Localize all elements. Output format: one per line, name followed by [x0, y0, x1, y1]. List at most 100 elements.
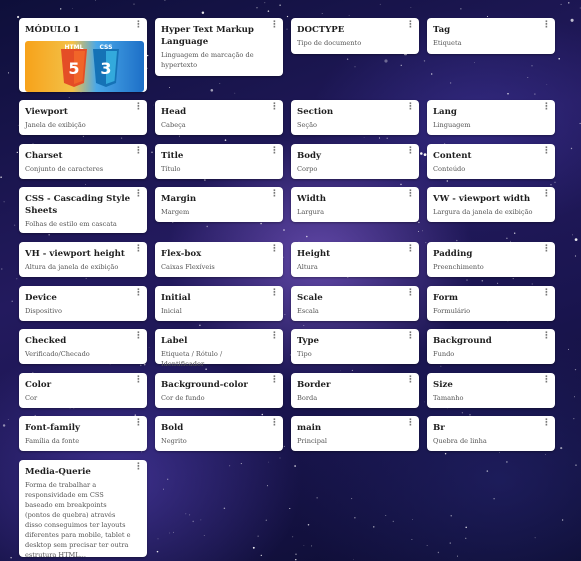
- card-menu-icon[interactable]: ⋮: [542, 21, 551, 30]
- card-css[interactable]: CSS - Cascading Style Sheets Folhas de e…: [19, 187, 147, 233]
- star-dot: [311, 545, 313, 547]
- card-color[interactable]: Color Cor ⋮: [19, 373, 147, 408]
- card-flex-box[interactable]: Flex-box Caixas Flexíveis ⋮: [155, 242, 283, 277]
- card-menu-icon[interactable]: ⋮: [542, 289, 551, 298]
- card-description: Largura: [297, 208, 325, 216]
- card-main[interactable]: main Principal ⋮: [291, 416, 419, 451]
- star-dot: [294, 465, 296, 467]
- card-title: Tag: [433, 25, 451, 35]
- card-menu-icon[interactable]: ⋮: [406, 103, 415, 112]
- card-menu-icon[interactable]: ⋮: [134, 419, 143, 428]
- card-body[interactable]: Body Corpo ⋮: [291, 144, 419, 179]
- card-menu-icon[interactable]: ⋮: [406, 21, 415, 30]
- card-description: Cor de fundo: [161, 394, 205, 402]
- card-bold[interactable]: Bold Negrito ⋮: [155, 416, 283, 451]
- card-menu-icon[interactable]: ⋮: [270, 21, 279, 30]
- card-menu-icon[interactable]: ⋮: [134, 103, 143, 112]
- card-menu-icon[interactable]: ⋮: [406, 245, 415, 254]
- card-tag[interactable]: Tag Etiqueta ⋮: [427, 18, 555, 54]
- star-dot: [0, 176, 2, 178]
- card-background[interactable]: Background Fundo ⋮: [427, 329, 555, 364]
- card-menu-icon[interactable]: ⋮: [270, 376, 279, 385]
- card-menu-icon[interactable]: ⋮: [134, 289, 143, 298]
- card-menu-icon[interactable]: ⋮: [542, 147, 551, 156]
- card-type[interactable]: Type Tipo ⋮: [291, 329, 419, 364]
- star-dot: [347, 276, 349, 278]
- card-menu-icon[interactable]: ⋮: [406, 376, 415, 385]
- card-menu-icon[interactable]: ⋮: [134, 463, 143, 472]
- star-dot: [570, 18, 574, 22]
- card-menu-icon[interactable]: ⋮: [542, 376, 551, 385]
- card-menu-icon[interactable]: ⋮: [542, 245, 551, 254]
- card-label[interactable]: Label Etiqueta / Rótulo / Identificador …: [155, 329, 283, 368]
- card-padding[interactable]: Padding Preenchimento ⋮: [427, 242, 555, 277]
- card-initial[interactable]: Initial Inicial ⋮: [155, 286, 283, 321]
- card-title: Lang: [433, 107, 457, 117]
- card-charset[interactable]: Charset Conjunto de caracteres ⋮: [19, 144, 147, 179]
- star-dot: [199, 324, 201, 327]
- card-background-color[interactable]: Background-color Cor de fundo ⋮: [155, 373, 283, 408]
- card-menu-icon[interactable]: ⋮: [406, 147, 415, 156]
- star-dot: [545, 454, 547, 456]
- card-modulo-1[interactable]: MÓDULO 1 5 HTML 3 CSS ⋮: [19, 18, 147, 92]
- card-menu-icon[interactable]: ⋮: [542, 332, 551, 341]
- card-vh[interactable]: VH - viewport height Altura da janela de…: [19, 242, 147, 277]
- card-br[interactable]: Br Quebra de linha ⋮: [427, 416, 555, 451]
- star-dot: [437, 551, 440, 554]
- card-menu-icon[interactable]: ⋮: [542, 103, 551, 112]
- star-dot: [340, 370, 342, 372]
- card-menu-icon[interactable]: ⋮: [406, 419, 415, 428]
- card-title: Title: [161, 151, 184, 161]
- card-viewport[interactable]: Viewport Janela de exibição ⋮: [19, 100, 147, 135]
- card-menu-icon[interactable]: ⋮: [134, 376, 143, 385]
- card-width[interactable]: Width Largura ⋮: [291, 187, 419, 222]
- card-font-family[interactable]: Font-family Família da fonte ⋮: [19, 416, 147, 451]
- card-margin[interactable]: Margin Margem ⋮: [155, 187, 283, 222]
- card-menu-icon[interactable]: ⋮: [406, 190, 415, 199]
- card-checked[interactable]: Checked Verificado/Checado ⋮: [19, 329, 147, 364]
- card-content[interactable]: Content Conteúdo ⋮: [427, 144, 555, 179]
- star-dot: [460, 8, 462, 10]
- card-html[interactable]: Hyper Text Markup Language Linguagem de …: [155, 18, 283, 76]
- card-border[interactable]: Border Borda ⋮: [291, 373, 419, 408]
- card-head[interactable]: Head Cabeça ⋮: [155, 100, 283, 135]
- card-section[interactable]: Section Seção ⋮: [291, 100, 419, 135]
- card-form[interactable]: Form Formulário ⋮: [427, 286, 555, 321]
- star-dot: [16, 151, 18, 154]
- card-description: Dispositivo: [25, 307, 62, 315]
- star-dot: [400, 183, 402, 186]
- card-vw[interactable]: VW - viewport width Largura da janela de…: [427, 187, 555, 222]
- star-dot: [201, 11, 205, 14]
- card-menu-icon[interactable]: ⋮: [270, 103, 279, 112]
- card-menu-icon[interactable]: ⋮: [542, 419, 551, 428]
- card-menu-icon[interactable]: ⋮: [270, 245, 279, 254]
- card-scale[interactable]: Scale Escala ⋮: [291, 286, 419, 321]
- card-menu-icon[interactable]: ⋮: [270, 147, 279, 156]
- card-menu-icon[interactable]: ⋮: [134, 190, 143, 199]
- card-size[interactable]: Size Tamanho ⋮: [427, 373, 555, 408]
- card-title: DOCTYPE: [297, 25, 345, 35]
- star-dot: [2, 424, 6, 427]
- star-dot: [554, 181, 556, 183]
- card-menu-icon[interactable]: ⋮: [270, 419, 279, 428]
- card-menu-icon[interactable]: ⋮: [270, 190, 279, 199]
- card-menu-icon[interactable]: ⋮: [134, 21, 143, 30]
- card-description: Preenchimento: [433, 263, 484, 271]
- card-media-querie[interactable]: Media-Querie Forma de trabalhar a respon…: [19, 460, 147, 559]
- card-menu-icon[interactable]: ⋮: [134, 332, 143, 341]
- card-menu-icon[interactable]: ⋮: [270, 289, 279, 298]
- card-description: Tamanho: [433, 394, 464, 402]
- card-menu-icon[interactable]: ⋮: [406, 289, 415, 298]
- card-menu-icon[interactable]: ⋮: [134, 147, 143, 156]
- star-dot: [200, 519, 202, 521]
- card-device[interactable]: Device Dispositivo ⋮: [19, 286, 147, 321]
- card-menu-icon[interactable]: ⋮: [406, 332, 415, 341]
- card-menu-icon[interactable]: ⋮: [270, 332, 279, 341]
- card-height[interactable]: Height Altura ⋮: [291, 242, 419, 277]
- card-menu-icon[interactable]: ⋮: [134, 245, 143, 254]
- card-doctype[interactable]: DOCTYPE Tipo de documento ⋮: [291, 18, 419, 54]
- card-menu-icon[interactable]: ⋮: [542, 190, 551, 199]
- star-dot: [486, 15, 489, 18]
- card-title-tag[interactable]: Title Título ⋮: [155, 144, 283, 179]
- card-lang[interactable]: Lang Linguagem ⋮: [427, 100, 555, 135]
